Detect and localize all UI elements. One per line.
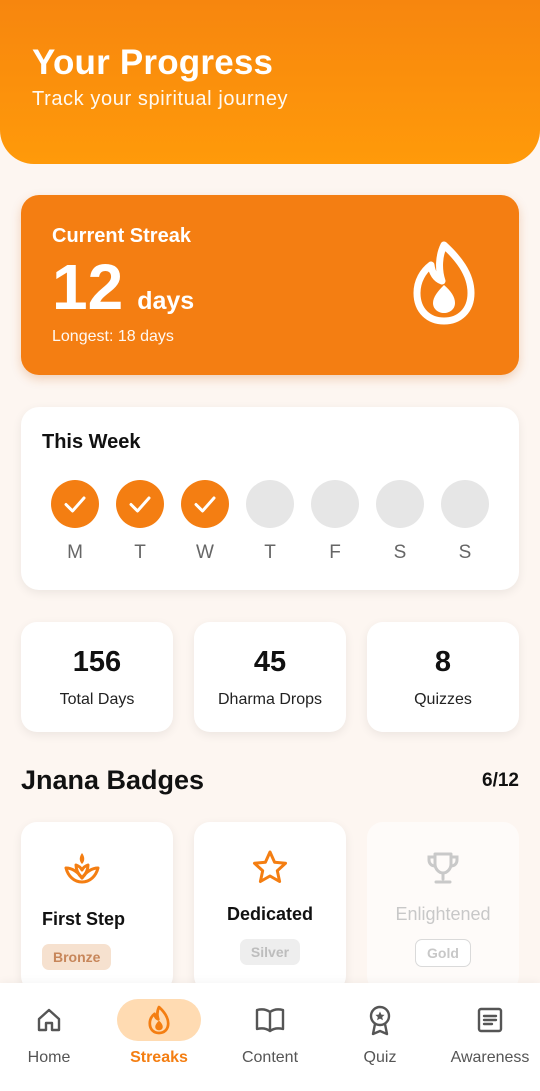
book-icon xyxy=(255,1008,285,1033)
day-check xyxy=(181,480,229,528)
day-monday: M xyxy=(51,480,99,564)
stat-quizzes: 8 Quizzes xyxy=(367,622,519,732)
nav-label: Streaks xyxy=(130,1049,188,1066)
day-friday: F xyxy=(311,480,359,564)
badges-header: Jnana Badges 6/12 xyxy=(21,765,519,796)
page-title: Your Progress xyxy=(32,43,274,82)
badge-tier: Silver xyxy=(239,939,301,965)
flame-icon xyxy=(413,241,475,325)
streak-unit: days xyxy=(137,287,195,315)
stat-total-days: 156 Total Days xyxy=(21,622,173,732)
nav-item-streaks[interactable]: Streaks xyxy=(104,983,214,1091)
day-tuesday: T xyxy=(116,480,164,564)
current-streak-card: Current Streak 12 days Longest: 18 days xyxy=(21,195,519,375)
day-empty xyxy=(311,480,359,528)
day-thursday: T xyxy=(246,480,294,564)
stat-value: 45 xyxy=(253,645,287,678)
day-wednesday: W xyxy=(181,480,229,564)
day-empty xyxy=(376,480,424,528)
day-empty xyxy=(441,480,489,528)
page-subtitle: Track your spiritual journey xyxy=(32,88,289,110)
stat-value: 8 xyxy=(434,645,452,678)
page-header: Your Progress Track your spiritual journ… xyxy=(0,0,540,164)
home-icon xyxy=(37,1008,61,1032)
badge-dedicated[interactable]: Dedicated Silver xyxy=(194,822,346,992)
bottom-navigation: Home Streaks Content Quiz Awareness xyxy=(0,983,540,1091)
nav-label: Awareness xyxy=(450,1049,530,1066)
stats-row: 156 Total Days 45 Dharma Drops 8 Quizzes xyxy=(21,622,519,732)
nav-icon-wrap xyxy=(448,999,532,1041)
day-label: F xyxy=(329,542,341,563)
nav-icon-wrap xyxy=(7,999,91,1041)
nav-item-quiz[interactable]: Quiz xyxy=(325,983,435,1091)
nav-item-content[interactable]: Content xyxy=(215,983,325,1091)
award-icon xyxy=(369,1005,391,1036)
nav-item-awareness[interactable]: Awareness xyxy=(435,983,540,1091)
day-check xyxy=(116,480,164,528)
nav-icon-wrap xyxy=(228,999,312,1041)
flame-icon xyxy=(148,1005,170,1035)
lotus-icon xyxy=(64,853,100,884)
article-icon xyxy=(477,1007,503,1033)
stat-value: 156 xyxy=(72,645,122,678)
check-icon xyxy=(64,496,86,513)
badges-row: First Step Bronze Dedicated Silver Enlig… xyxy=(21,822,519,992)
nav-item-home[interactable]: Home xyxy=(0,983,104,1091)
badge-tier: Gold xyxy=(415,939,471,967)
stat-label: Dharma Drops xyxy=(217,690,323,708)
day-sunday: S xyxy=(441,480,489,564)
stat-label: Total Days xyxy=(59,690,135,708)
badge-name: Enlightened xyxy=(395,904,491,924)
badge-first-step[interactable]: First Step Bronze xyxy=(21,822,173,992)
badge-enlightened[interactable]: Enlightened Gold xyxy=(367,822,519,992)
nav-icon-wrap xyxy=(338,999,422,1041)
this-week-card: This Week M T W T F S S xyxy=(21,407,519,590)
badge-tier: Bronze xyxy=(42,944,112,970)
day-label: T xyxy=(264,542,276,563)
stat-label: Quizzes xyxy=(414,690,472,708)
nav-label: Content xyxy=(241,1049,299,1066)
trophy-icon xyxy=(427,852,459,884)
badge-name: First Step xyxy=(42,909,126,929)
badges-count: 6/12 xyxy=(482,769,519,791)
day-check xyxy=(51,480,99,528)
day-label: T xyxy=(134,542,146,563)
badge-name: Dedicated xyxy=(226,904,314,924)
star-icon xyxy=(253,850,287,883)
day-empty xyxy=(246,480,294,528)
week-days: M T W T F S S xyxy=(51,480,489,564)
check-icon xyxy=(194,496,216,513)
day-saturday: S xyxy=(376,480,424,564)
day-label: S xyxy=(393,542,407,563)
streak-count: 12 xyxy=(52,251,124,323)
check-icon xyxy=(129,496,151,513)
badges-title: Jnana Badges xyxy=(21,765,205,795)
week-title: This Week xyxy=(42,431,141,453)
day-label: M xyxy=(67,542,83,563)
day-label: S xyxy=(458,542,472,563)
nav-label: Home xyxy=(27,1049,71,1066)
longest-streak: Longest: 18 days xyxy=(52,328,174,345)
nav-icon-wrap xyxy=(117,999,201,1041)
day-label: W xyxy=(196,542,214,563)
stat-dharma-drops: 45 Dharma Drops xyxy=(194,622,346,732)
nav-label: Quiz xyxy=(363,1049,397,1066)
